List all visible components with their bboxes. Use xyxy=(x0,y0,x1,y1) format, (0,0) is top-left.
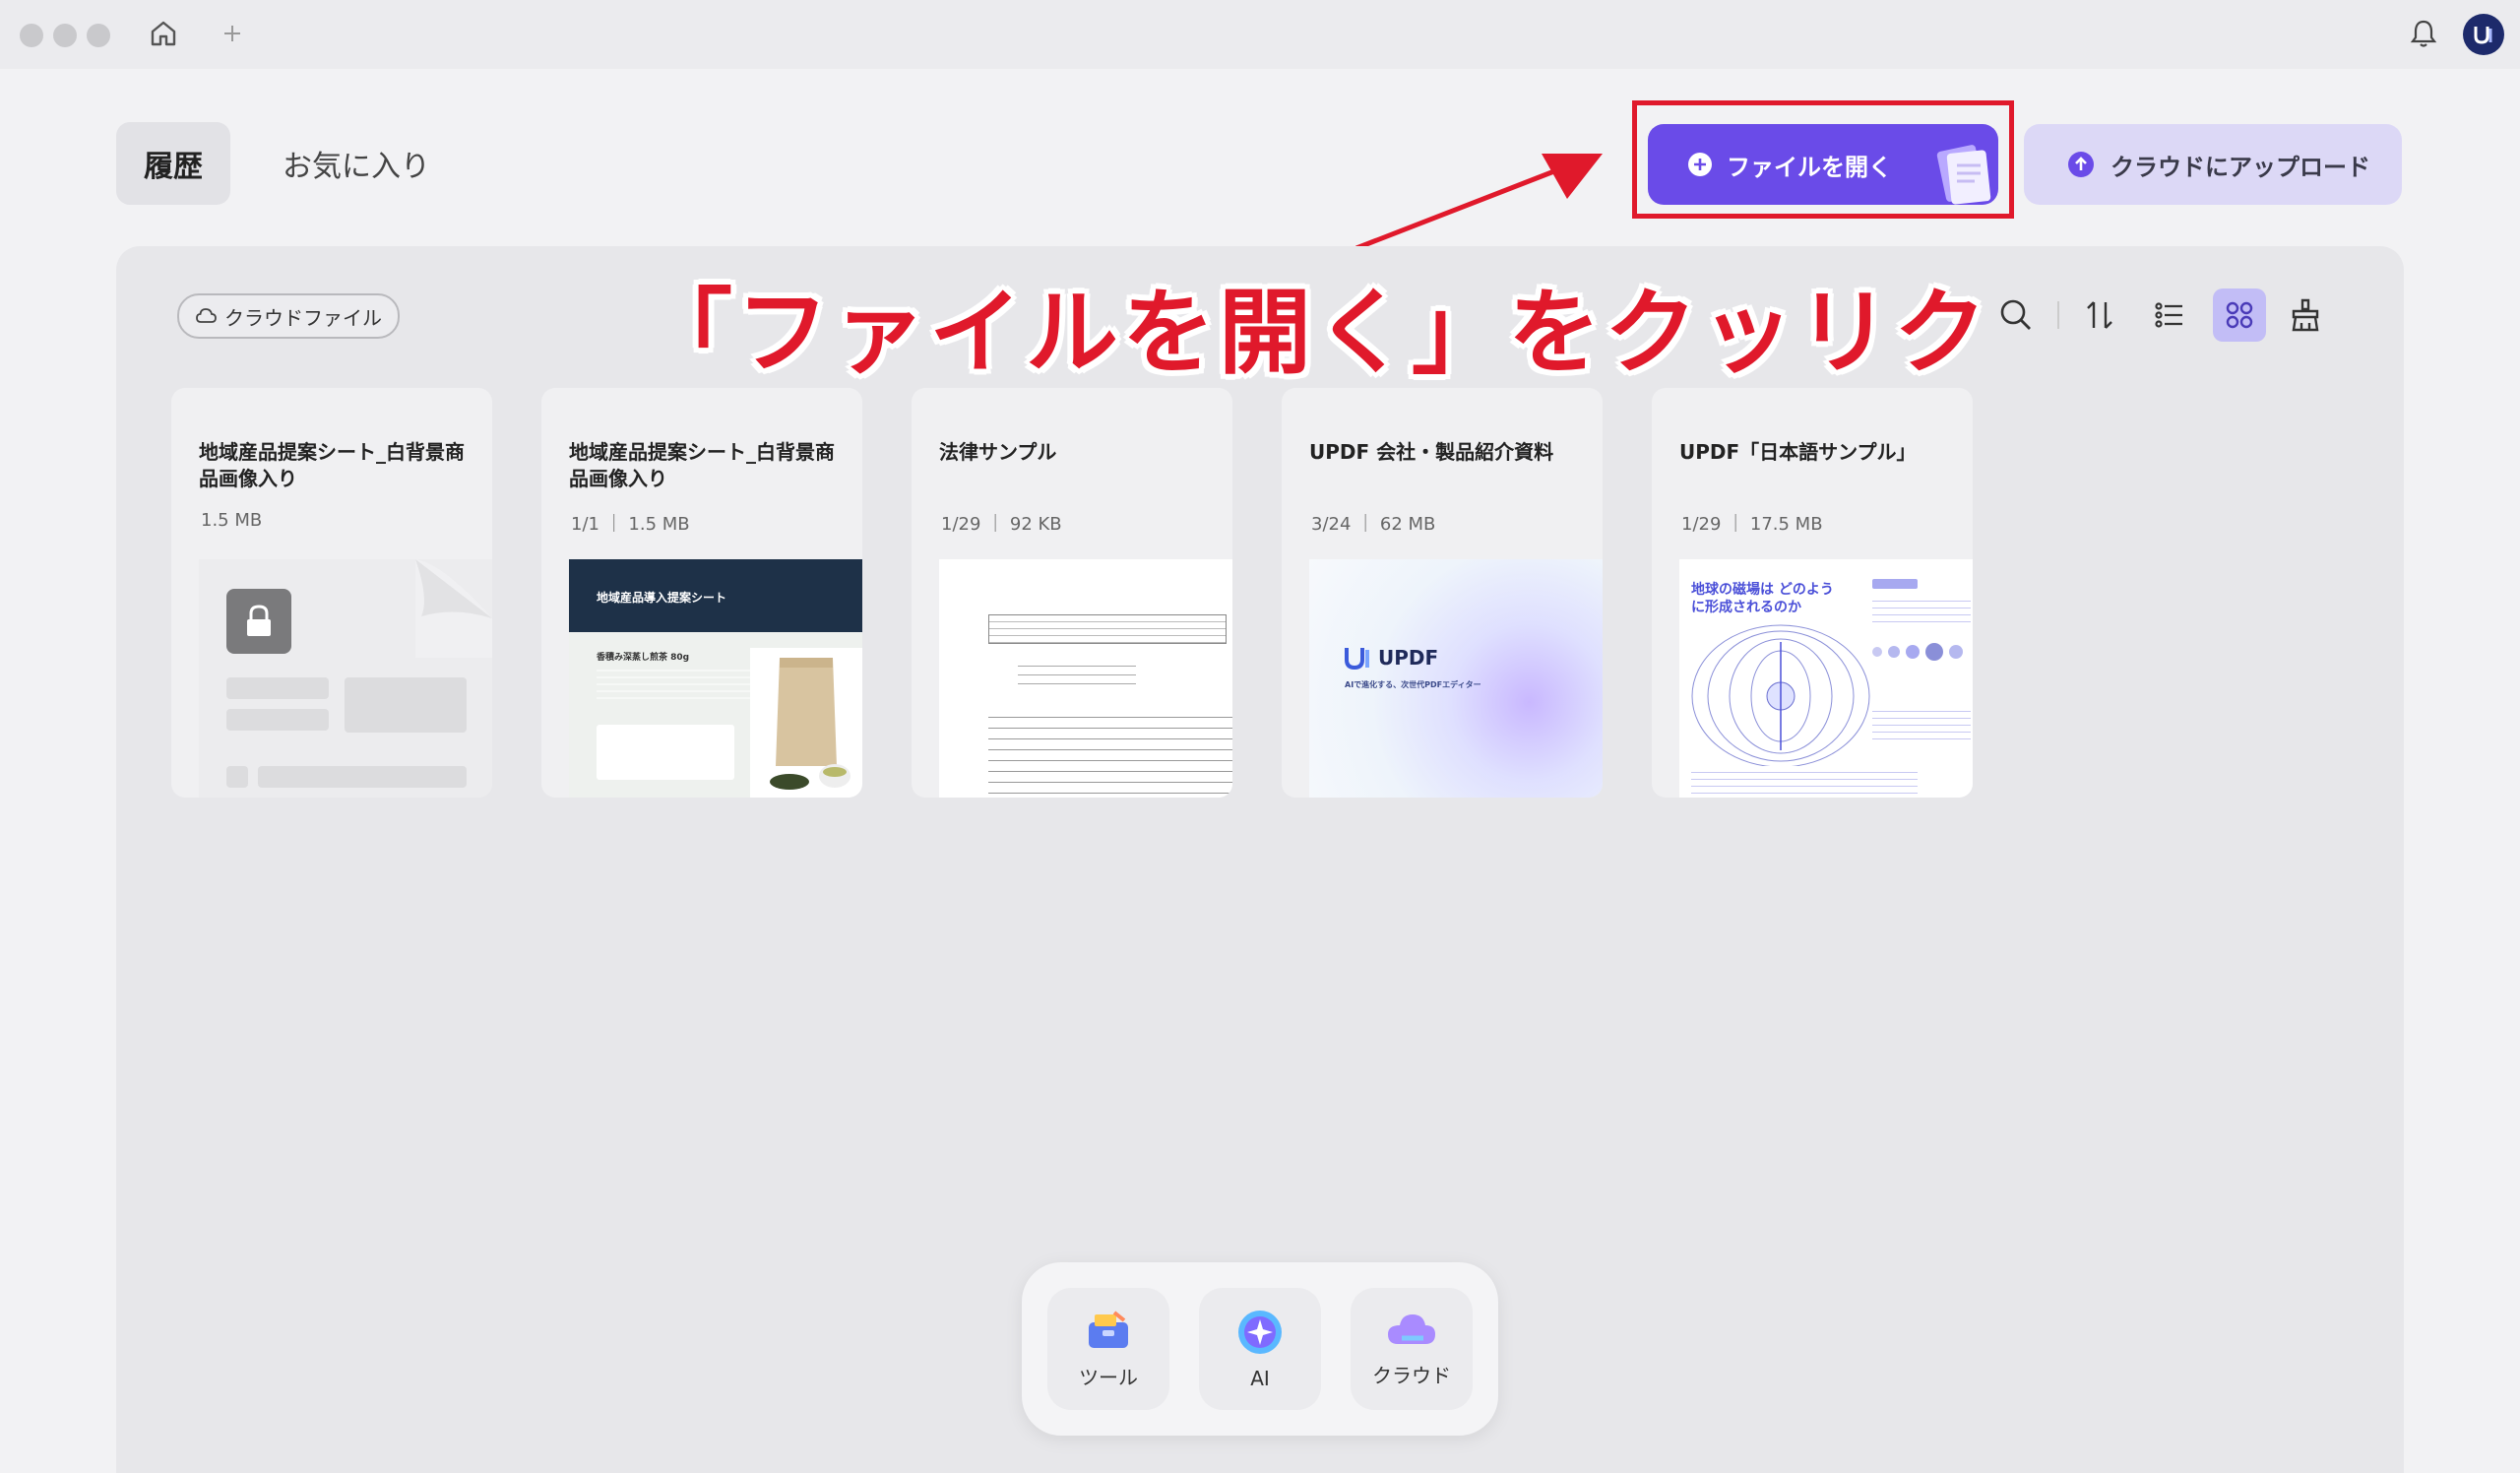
title-bar xyxy=(0,0,2520,69)
updf-logo-icon xyxy=(1343,644,1372,672)
folded-corner-icon xyxy=(415,559,492,658)
file-meta: 1/29 ｜ 92 KB xyxy=(941,514,1062,535)
annotation-arrow xyxy=(1355,154,1603,251)
home-icon[interactable] xyxy=(146,16,181,51)
placeholder-bar xyxy=(226,766,248,788)
tea-package-image xyxy=(750,648,862,798)
thumb-heading: 地球の磁場は どのように形成されるのか xyxy=(1691,582,1834,615)
file-card[interactable]: 地域産品提案シート_白背景商品画像入り 1/1 ｜ 1.5 MB 地域産品導入提… xyxy=(541,388,862,798)
window-close-button[interactable] xyxy=(20,24,43,47)
file-thumbnail: 地球の磁場は どのように形成されるのか xyxy=(1679,559,1973,798)
window-zoom-button[interactable] xyxy=(87,24,110,47)
thumb-text-lines xyxy=(1018,658,1136,687)
thumb-text-lines xyxy=(1872,705,1971,744)
lock-icon xyxy=(226,589,291,654)
file-thumbnail: UPDF AIで進化する、次世代PDFエディター xyxy=(1309,559,1603,798)
ai-orb-icon xyxy=(1238,1311,1282,1354)
tab-history[interactable]: 履歴 xyxy=(116,122,230,205)
thumb-text-lines xyxy=(1691,766,1918,798)
magnetic-field-diagram xyxy=(1691,624,1870,768)
dock-tools-button[interactable]: ツール xyxy=(1047,1288,1169,1410)
highlight-frame xyxy=(1632,100,2014,219)
file-card[interactable]: UPDF 会社・製品紹介資料 3/24 ｜ 62 MB UPDF AIで進化する… xyxy=(1282,388,1603,798)
bell-icon[interactable] xyxy=(2406,16,2441,51)
dock-tools-label: ツール xyxy=(1079,1365,1138,1389)
new-tab-icon[interactable] xyxy=(219,20,246,47)
grid-view-icon[interactable] xyxy=(2213,288,2266,342)
file-title: UPDF 会社・製品紹介資料 xyxy=(1309,440,1554,464)
updf-logo-text: UPDF xyxy=(1378,646,1439,670)
placeholder-bar xyxy=(258,766,467,788)
thumb-header-title: 地域産品導入提案シート xyxy=(597,591,727,605)
file-title: 地域産品提案シート_白背景商品画像入り xyxy=(569,440,835,490)
updf-tagline: AIで進化する、次世代PDFエディター xyxy=(1345,680,1481,689)
file-thumbnail xyxy=(939,559,1232,798)
sort-icon[interactable] xyxy=(2077,291,2124,339)
file-title: 地域産品提案シート_白背景商品画像入り xyxy=(199,440,465,490)
tab-favorites[interactable]: お気に入り xyxy=(260,122,453,205)
cloud-icon xyxy=(195,307,217,325)
upload-icon xyxy=(2067,151,2095,178)
thumb-text-lines xyxy=(988,614,1227,644)
thumb-subtitle: 香積み深蒸し煎茶 80g xyxy=(597,653,690,663)
file-thumbnail-locked xyxy=(199,559,492,798)
toolbox-icon xyxy=(1089,1310,1128,1348)
dock-cloud-button[interactable]: クラウド xyxy=(1351,1288,1473,1410)
annotation-text: 「ファイルを開く」をクッリク xyxy=(640,280,1991,387)
file-meta: 1.5 MB xyxy=(201,510,263,531)
file-title: 法律サンプル xyxy=(939,440,1057,464)
list-view-icon[interactable] xyxy=(2146,291,2193,339)
avatar[interactable] xyxy=(2463,14,2504,55)
cloud-files-label: クラウドファイル xyxy=(224,305,382,330)
file-thumbnail: 地域産品導入提案シート 香積み深蒸し煎茶 80g xyxy=(569,559,862,798)
file-card[interactable]: 地域産品提案シート_白背景商品画像入り 1.5 MB xyxy=(171,388,492,798)
cloud-icon xyxy=(1388,1313,1435,1344)
placeholder-bar xyxy=(226,709,329,731)
placeholder-bar xyxy=(226,677,329,699)
thumb-text-lines xyxy=(988,707,1232,798)
bottom-dock: ツール AI クラウド xyxy=(1022,1262,1498,1436)
planet-row xyxy=(1872,640,1971,664)
thumb-text-lines xyxy=(597,670,754,699)
dock-cloud-label: クラウド xyxy=(1372,1363,1451,1387)
file-meta: 3/24 ｜ 62 MB xyxy=(1311,514,1436,535)
thumb-label-chip xyxy=(1872,579,1918,589)
file-meta: 1/1 ｜ 1.5 MB xyxy=(571,514,690,535)
file-card[interactable]: 法律サンプル 1/29 ｜ 92 KB xyxy=(912,388,1232,798)
file-meta: 1/29 ｜ 17.5 MB xyxy=(1681,514,1823,535)
placeholder-block xyxy=(345,677,467,733)
thumb-header-band: 地域産品導入提案シート xyxy=(569,559,862,632)
upload-cloud-label: クラウドにアップロード xyxy=(2110,153,2370,181)
file-card[interactable]: UPDF「日本語サンプル」 1/29 ｜ 17.5 MB 地球の磁場は どのよう… xyxy=(1652,388,1973,798)
file-title: UPDF「日本語サンプル」 xyxy=(1679,440,1917,464)
dock-ai-button[interactable]: AI xyxy=(1199,1288,1321,1410)
search-icon[interactable] xyxy=(1992,291,2040,339)
window-minimize-button[interactable] xyxy=(53,24,77,47)
upload-cloud-button[interactable]: クラウドにアップロード xyxy=(2024,124,2402,205)
dock-ai-label: AI xyxy=(1250,1367,1270,1390)
cloud-files-filter[interactable]: クラウドファイル xyxy=(177,293,400,339)
toolbar-divider xyxy=(2057,301,2059,329)
thumb-points-box xyxy=(597,725,734,780)
thumb-text-lines xyxy=(1872,595,1971,626)
clear-history-icon[interactable] xyxy=(2282,291,2329,339)
